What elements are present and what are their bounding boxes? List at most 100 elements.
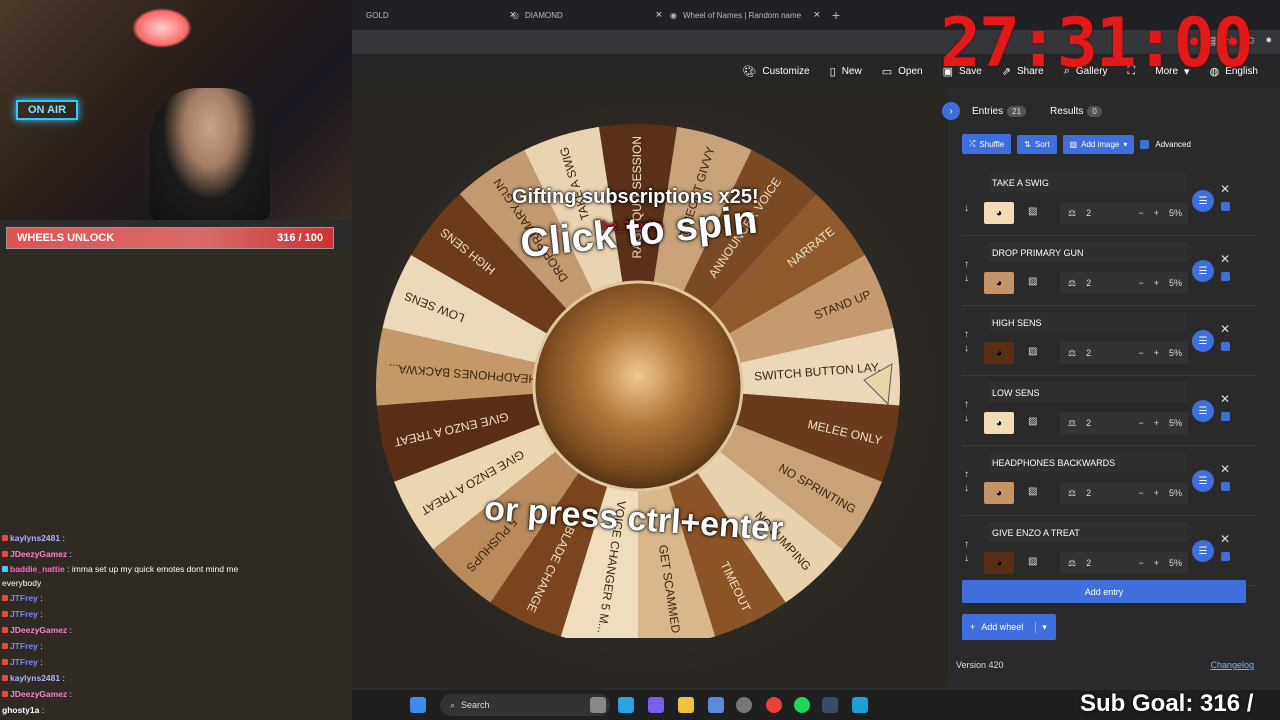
profile-icon[interactable]: ● xyxy=(1265,34,1272,47)
chat-line: kaylyns2481 : xyxy=(2,530,252,546)
entry-settings-button[interactable]: ☰ xyxy=(1192,260,1214,282)
close-icon[interactable]: ✕ xyxy=(1220,532,1230,546)
store-icon[interactable] xyxy=(708,697,724,713)
entry-settings-button[interactable]: ☰ xyxy=(1192,330,1214,352)
image-icon[interactable]: ▨ xyxy=(1028,556,1037,567)
entry-color-swatch[interactable]: ◕ xyxy=(984,272,1014,294)
entry-enabled-checkbox[interactable] xyxy=(1221,552,1230,561)
edge-active-icon[interactable] xyxy=(852,697,868,713)
entry-settings-button[interactable]: ☰ xyxy=(1192,540,1214,562)
entry-color-swatch[interactable]: ◕ xyxy=(984,482,1014,504)
entry-weight-value[interactable]: 2 xyxy=(1086,558,1091,568)
reorder-arrows[interactable]: ↑ ↓ xyxy=(964,258,969,286)
close-icon[interactable]: ✕ xyxy=(1220,392,1230,406)
image-icon[interactable]: ▨ xyxy=(1028,276,1037,287)
add-wheel-button[interactable]: + Add wheel ▾ xyxy=(962,614,1056,640)
entry-enabled-checkbox[interactable] xyxy=(1221,272,1230,281)
plus-icon[interactable]: + xyxy=(1154,278,1159,288)
reorder-arrows[interactable]: ↑ ↓ xyxy=(964,328,969,356)
windows-start-icon[interactable] xyxy=(410,697,426,713)
tab-entries[interactable]: Entries 21 xyxy=(972,105,1027,117)
browser-tab-gold[interactable]: GOLD × xyxy=(366,6,516,24)
minus-icon[interactable]: − xyxy=(1138,558,1143,568)
add-entry-button[interactable]: Add entry xyxy=(962,580,1246,603)
entry-color-swatch[interactable]: ◕ xyxy=(984,202,1014,224)
close-icon[interactable]: ✕ xyxy=(1220,252,1230,266)
entry-enabled-checkbox[interactable] xyxy=(1221,412,1230,421)
chevron-down-icon[interactable]: ▾ xyxy=(1035,621,1047,633)
advanced-checkbox[interactable] xyxy=(1140,139,1150,149)
image-icon[interactable]: ▨ xyxy=(1028,346,1037,357)
wheel-center-hub[interactable] xyxy=(532,280,744,492)
plus-icon[interactable]: + xyxy=(1154,418,1159,428)
changelog-link[interactable]: Changelog xyxy=(1210,660,1254,670)
entry-weight-value[interactable]: 2 xyxy=(1086,488,1091,498)
minus-icon[interactable]: − xyxy=(1138,418,1143,428)
image-icon[interactable]: ▨ xyxy=(1028,416,1037,427)
spotify-icon[interactable] xyxy=(794,697,810,713)
entry-settings-button[interactable]: ☰ xyxy=(1192,190,1214,212)
folder-icon: ▭ xyxy=(881,65,893,78)
open-button[interactable]: ▭ Open xyxy=(872,54,933,88)
entry-settings-button[interactable]: ☰ xyxy=(1192,400,1214,422)
entry-color-swatch[interactable]: ◕ xyxy=(984,342,1014,364)
reorder-arrows[interactable]: ↑ ↓ xyxy=(964,468,969,496)
entry-enabled-checkbox[interactable] xyxy=(1221,202,1230,211)
entry-settings-button[interactable]: ☰ xyxy=(1192,470,1214,492)
entry-name-input[interactable]: HIGH SENS xyxy=(990,312,1186,332)
close-icon[interactable]: ✕ xyxy=(1220,462,1230,476)
chrome-icon[interactable] xyxy=(766,697,782,713)
image-icon[interactable]: ▨ xyxy=(1028,486,1037,497)
entry-weight-value[interactable]: 2 xyxy=(1086,208,1091,218)
taskbar-search[interactable]: ⌕ Search xyxy=(440,694,610,716)
customize-button[interactable]: 🎨︎ Customize xyxy=(732,54,819,88)
entries-toolbar: ⤮ Shuffle ⇅ Sort ▨ Add image ▾ Advanced xyxy=(962,134,1191,154)
new-button[interactable]: ▯ New xyxy=(820,54,872,88)
minus-icon[interactable]: − xyxy=(1138,488,1143,498)
minus-icon[interactable]: − xyxy=(1138,278,1143,288)
plus-icon[interactable]: + xyxy=(1154,558,1159,568)
copilot-icon[interactable] xyxy=(648,697,664,713)
image-icon[interactable]: ▨ xyxy=(1028,206,1037,217)
tab-results[interactable]: Results 0 xyxy=(1050,105,1102,117)
browser-tab-diamond[interactable]: ◎ DIAMOND × xyxy=(512,6,662,24)
obs-icon[interactable] xyxy=(736,697,752,713)
plus-icon[interactable]: + xyxy=(1154,488,1159,498)
steam-icon[interactable] xyxy=(822,697,838,713)
entry-enabled-checkbox[interactable] xyxy=(1221,482,1230,491)
entry-weight-value[interactable]: 2 xyxy=(1086,418,1091,428)
entry-name-input[interactable]: LOW SENS xyxy=(990,382,1186,402)
close-icon[interactable]: ✕ xyxy=(1220,322,1230,336)
reorder-arrows[interactable]: ↑ ↓ xyxy=(964,398,969,426)
minus-icon[interactable]: − xyxy=(1138,208,1143,218)
entry-enabled-checkbox[interactable] xyxy=(1221,342,1230,351)
close-icon[interactable]: × xyxy=(656,9,662,21)
shuffle-button[interactable]: ⤮ Shuffle xyxy=(962,134,1012,154)
entry-weight-value[interactable]: 2 xyxy=(1086,278,1091,288)
new-tab-button[interactable]: + xyxy=(832,6,840,24)
reorder-arrows[interactable]: ↑ ↓ xyxy=(964,538,969,566)
entry-color-swatch[interactable]: ◕ xyxy=(984,552,1014,574)
task-view-icon[interactable] xyxy=(590,697,606,713)
edge-icon[interactable] xyxy=(618,697,634,713)
minus-icon[interactable]: − xyxy=(1138,348,1143,358)
chat-user: JDeezyGamez xyxy=(10,689,68,699)
entry-weight-value[interactable]: 2 xyxy=(1086,348,1091,358)
wheel-favicon-icon: ◉ xyxy=(670,10,677,20)
reorder-arrows[interactable]: ↓ xyxy=(964,188,969,216)
entry-name-input[interactable]: TAKE A SWIG xyxy=(990,172,1186,192)
entry-name-input[interactable]: HEADPHONES BACKWARDS xyxy=(990,452,1186,472)
plus-icon[interactable]: + xyxy=(1154,208,1159,218)
entry-name-input[interactable]: GIVE ENZO A TREAT xyxy=(990,522,1186,542)
browser-tab-wheel[interactable]: ◉ Wheel of Names | Random name × xyxy=(670,6,820,24)
entry-color-swatch[interactable]: ◕ xyxy=(984,412,1014,434)
scale-icon: ⚖ xyxy=(1068,487,1077,498)
sort-button[interactable]: ⇅ Sort xyxy=(1017,134,1057,154)
entry-name-input[interactable]: DROP PRIMARY GUN xyxy=(990,242,1186,262)
plus-icon[interactable]: + xyxy=(1154,348,1159,358)
collapse-icon[interactable]: › xyxy=(942,102,960,120)
close-icon[interactable]: × xyxy=(814,9,820,21)
close-icon[interactable]: ✕ xyxy=(1220,182,1230,196)
add-image-button[interactable]: ▨ Add image ▾ xyxy=(1062,134,1135,154)
file-explorer-icon[interactable] xyxy=(678,697,694,713)
